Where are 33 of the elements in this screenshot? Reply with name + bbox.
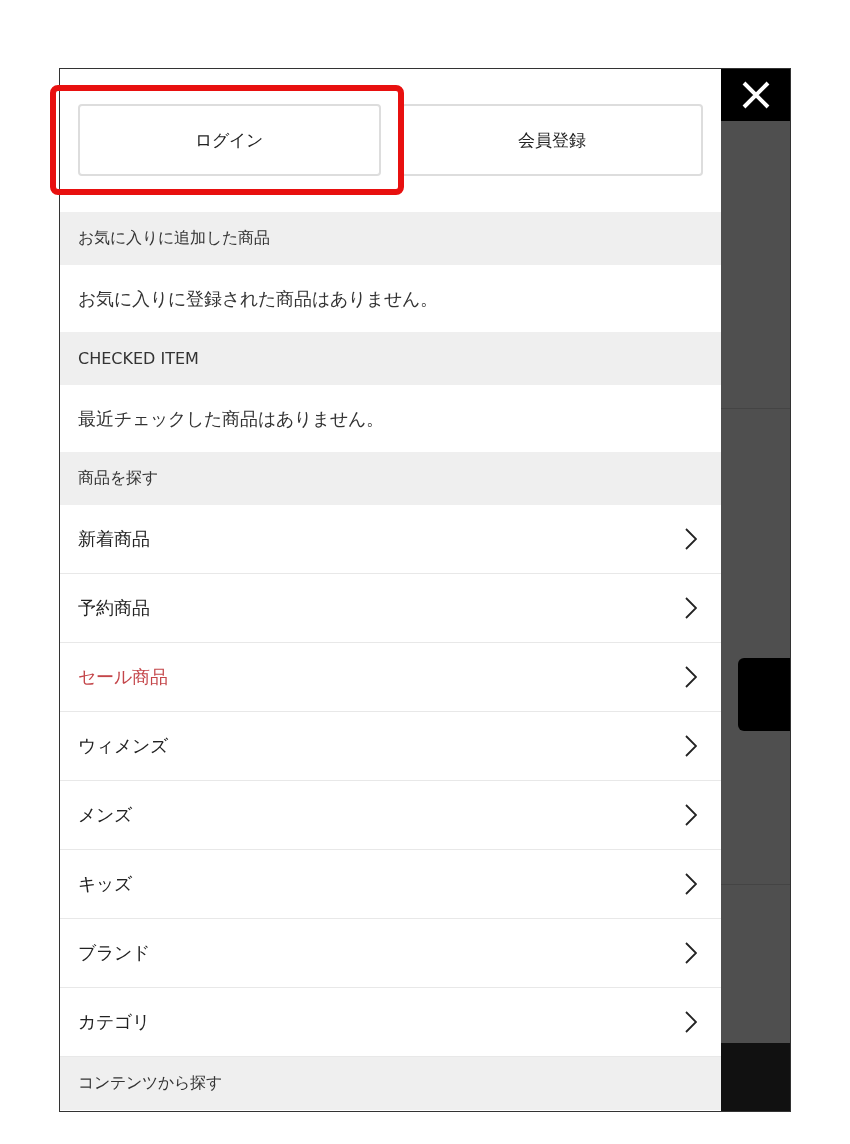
empty-message: 最近チェックした商品はありません。	[77, 406, 385, 431]
section-header: CHECKED ITEM	[60, 332, 721, 385]
chevron-right-icon	[685, 1011, 697, 1033]
menu-link[interactable]: セール商品	[60, 643, 721, 712]
chevron-right-icon	[685, 873, 697, 895]
chevron-right-icon	[685, 597, 697, 619]
menu-link[interactable]: ブランド	[60, 919, 721, 988]
menu-link-label: メンズ	[78, 803, 132, 827]
bottom-bar	[721, 1043, 790, 1111]
chevron-right-icon	[685, 942, 697, 964]
menu-link-label: 新着商品	[78, 527, 150, 551]
chevron-right-icon	[685, 804, 697, 826]
close-icon	[741, 81, 770, 109]
chevron-right-icon	[685, 735, 697, 757]
menu-link-label: ウィメンズ	[78, 734, 168, 758]
login-button[interactable]: ログイン	[78, 104, 381, 176]
section-header: 商品を探す	[60, 452, 721, 505]
chevron-right-icon	[685, 528, 697, 550]
menu-link-label: 予約商品	[78, 596, 150, 620]
menu-link-label: セール商品	[78, 665, 168, 689]
menu-link-label: キッズ	[78, 872, 132, 896]
close-button[interactable]	[721, 69, 790, 121]
menu-link-label: ブランド	[78, 941, 150, 965]
menu-link[interactable]: ウィメンズ	[60, 712, 721, 781]
empty-message: お気に入りに登録された商品はありません。	[77, 286, 439, 311]
section-header: コンテンツから探す	[60, 1057, 721, 1110]
menu-link[interactable]: メンズ	[60, 781, 721, 850]
section-header: お気に入りに追加した商品	[60, 212, 721, 265]
chevron-right-icon	[685, 666, 697, 688]
menu-link[interactable]: 新着商品	[60, 505, 721, 574]
menu-link[interactable]: キッズ	[60, 850, 721, 919]
menu-link-label: カテゴリ	[78, 1010, 150, 1034]
menu-link[interactable]: 予約商品	[60, 574, 721, 643]
